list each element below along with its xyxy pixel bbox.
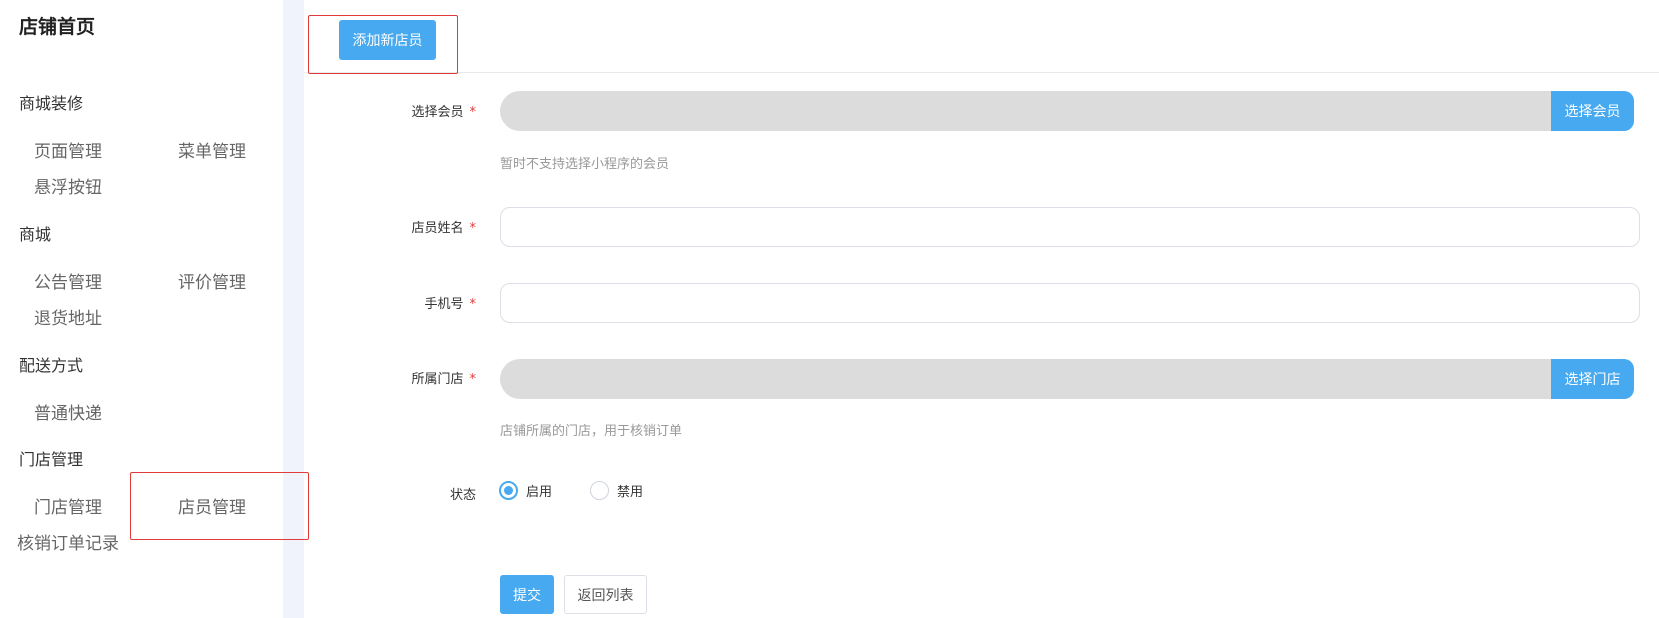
radio-checked-icon — [499, 481, 518, 500]
member-label: 选择会员 * — [356, 101, 476, 120]
sidebar-section-mall: 商城 — [19, 225, 52, 244]
sidebar-item-page-management[interactable]: 页面管理 — [34, 137, 102, 162]
phone-label: 手机号 * — [356, 293, 476, 312]
sidebar-title[interactable]: 店铺首页 — [19, 12, 95, 39]
required-mark: * — [469, 297, 477, 312]
select-store-button[interactable]: 选择门店 — [1551, 359, 1634, 399]
sidebar-item-review-management[interactable]: 评价管理 — [178, 268, 246, 293]
back-to-list-button[interactable]: 返回列表 — [564, 575, 647, 614]
sidebar-item-menu-management[interactable]: 菜单管理 — [178, 137, 246, 162]
sidebar-section-delivery: 配送方式 — [19, 356, 84, 375]
phone-label-text: 手机号 — [424, 297, 464, 312]
name-label: 店员姓名 * — [356, 217, 476, 236]
sidebar-item-express-delivery[interactable]: 普通快递 — [34, 399, 102, 424]
sidebar-section-store: 门店管理 — [19, 450, 84, 469]
status-option-disable-label: 禁用 — [617, 485, 644, 500]
add-clerk-button[interactable]: 添加新店员 — [339, 20, 436, 60]
required-mark: * — [469, 221, 477, 236]
status-radio-enable[interactable]: 启用 — [499, 481, 552, 500]
radio-unchecked-icon — [590, 481, 609, 500]
member-label-text: 选择会员 — [411, 105, 464, 120]
status-label: 状态 — [449, 488, 476, 503]
store-input[interactable] — [500, 359, 1551, 399]
sidebar-item-return-address[interactable]: 退货地址 — [34, 304, 102, 329]
submit-button[interactable]: 提交 — [500, 575, 554, 614]
member-input[interactable] — [500, 91, 1551, 131]
status-radio-disable[interactable]: 禁用 — [590, 481, 643, 500]
sidebar-item-verification-records[interactable]: 核销订单记录 — [17, 529, 119, 554]
sidebar-item-store-management[interactable]: 门店管理 — [34, 493, 102, 518]
required-mark: * — [469, 372, 477, 387]
required-mark: * — [469, 105, 477, 120]
app-root: 店铺首页 商城装修 页面管理 菜单管理 悬浮按钮 商城 公告管理 评价管理 退货… — [0, 0, 1659, 618]
member-hint: 暂时不支持选择小程序的会员 — [500, 157, 670, 172]
select-member-button[interactable]: 选择会员 — [1551, 91, 1634, 131]
store-label-text: 所属门店 — [411, 372, 464, 387]
store-label: 所属门店 * — [356, 368, 476, 387]
store-hint: 店铺所属的门店，用于核销订单 — [500, 424, 683, 439]
status-option-enable-label: 启用 — [526, 485, 553, 500]
name-label-text: 店员姓名 — [411, 221, 464, 236]
clerk-name-input[interactable] — [500, 207, 1640, 247]
sidebar-item-notice-management[interactable]: 公告管理 — [34, 268, 102, 293]
toolbar — [304, 0, 1659, 73]
sidebar-item-floating-button[interactable]: 悬浮按钮 — [34, 173, 102, 198]
sidebar-section-decoration: 商城装修 — [19, 94, 84, 113]
highlight-box-clerk-management — [130, 472, 309, 540]
phone-input[interactable] — [500, 283, 1640, 323]
